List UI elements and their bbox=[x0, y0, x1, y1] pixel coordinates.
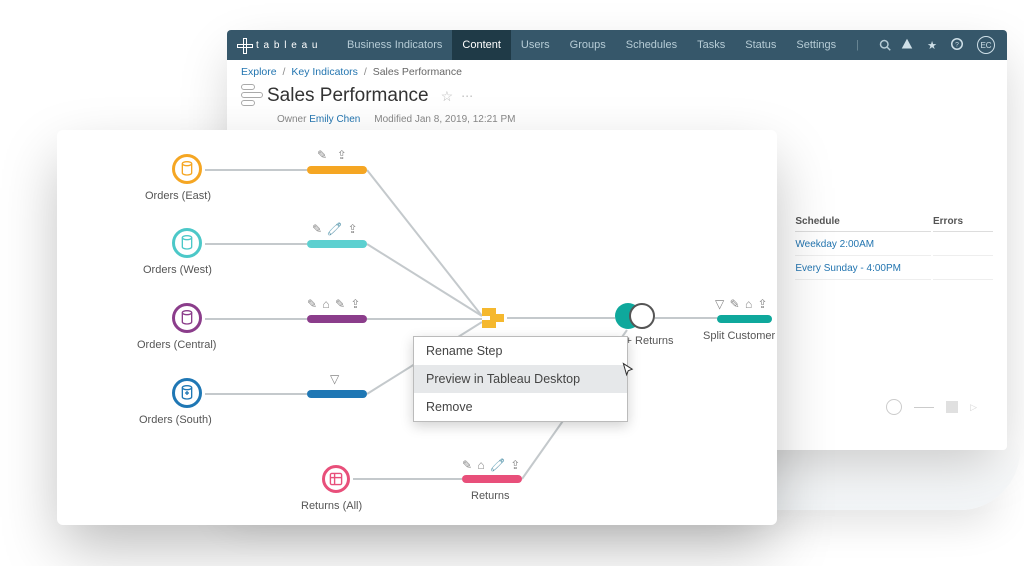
join-step[interactable] bbox=[615, 302, 653, 330]
step-tools-icon: ▽ ✎ ⌂ ⇪ bbox=[715, 297, 769, 311]
schedule-link[interactable]: Weekday 2:00AM bbox=[795, 239, 874, 250]
col-schedule[interactable]: Schedule bbox=[795, 212, 931, 232]
ctx-remove[interactable]: Remove bbox=[414, 393, 627, 421]
step-tools-icon: ✎ ⌂ 🧷 ⇪ bbox=[462, 458, 521, 472]
errors-cell bbox=[933, 234, 993, 256]
table-row[interactable]: Weekday 2:00AM bbox=[795, 234, 993, 256]
modified-label: Modified bbox=[374, 114, 412, 125]
label-returns-step: Returns bbox=[471, 490, 510, 502]
nav-divider: | bbox=[846, 30, 869, 60]
label-orders-central: Orders (Central) bbox=[137, 339, 216, 351]
schedule-link[interactable]: Every Sunday - 4:00PM bbox=[795, 263, 901, 274]
favorites-icon[interactable]: ★ bbox=[927, 39, 937, 52]
flow-icon bbox=[241, 84, 259, 108]
nav-users[interactable]: Users bbox=[511, 30, 560, 60]
label-split: Split Customer bbox=[703, 330, 775, 342]
col-errors[interactable]: Errors bbox=[933, 212, 993, 232]
filter-icon: ▽ bbox=[330, 372, 340, 386]
help-icon[interactable]: ? bbox=[951, 38, 963, 53]
nav-groups[interactable]: Groups bbox=[560, 30, 616, 60]
search-icon[interactable] bbox=[869, 30, 901, 60]
clean-step-west[interactable] bbox=[307, 240, 367, 248]
clean-step-east[interactable] bbox=[307, 166, 367, 174]
breadcrumb-root[interactable]: Explore bbox=[241, 66, 277, 78]
more-actions-icon[interactable]: ⋯ bbox=[461, 89, 473, 103]
prep-flow-window: Orders (East) Orders (West) Orders (Cent… bbox=[57, 130, 777, 525]
label-orders-east: Orders (East) bbox=[145, 190, 211, 202]
modified-value: Jan 8, 2019, 12:21 PM bbox=[415, 114, 516, 125]
clean-step-returns[interactable] bbox=[462, 475, 522, 483]
nav-settings[interactable]: Settings bbox=[786, 30, 846, 60]
step-tools-icon: ✎ ⇪ bbox=[317, 148, 348, 162]
table-row[interactable]: Every Sunday - 4:00PM bbox=[795, 258, 993, 280]
ctx-rename[interactable]: Rename Step bbox=[414, 337, 627, 365]
overview-thumbnail: ▷ bbox=[886, 399, 977, 415]
page-title: Sales Performance bbox=[267, 85, 429, 107]
clean-step-south[interactable] bbox=[307, 390, 367, 398]
brand-text: t a b l e a u bbox=[256, 40, 318, 51]
logo-icon bbox=[237, 38, 251, 52]
mouse-cursor-icon bbox=[621, 362, 637, 378]
label-orders-south: Orders (South) bbox=[139, 414, 212, 426]
workbook-meta: Owner Emily Chen Modified Jan 8, 2019, 1… bbox=[227, 114, 1007, 125]
owner-link[interactable]: Emily Chen bbox=[309, 114, 360, 125]
label-returns-all: Returns (All) bbox=[301, 500, 362, 512]
breadcrumb-mid[interactable]: Key Indicators bbox=[291, 66, 358, 78]
svg-text:?: ? bbox=[955, 41, 959, 48]
datasource-orders-west[interactable] bbox=[172, 228, 202, 258]
datasource-orders-south[interactable] bbox=[172, 378, 202, 408]
union-step[interactable] bbox=[482, 308, 506, 328]
split-customer-step[interactable] bbox=[717, 315, 772, 323]
tableau-logo: t a b l e a u bbox=[227, 38, 337, 52]
breadcrumb-leaf: Sales Performance bbox=[373, 66, 462, 78]
schedules-table: Schedule Errors Weekday 2:00AM Every Sun… bbox=[793, 210, 995, 282]
nav-workspace[interactable]: Business Indicators bbox=[337, 30, 452, 60]
datasource-orders-east[interactable] bbox=[172, 154, 202, 184]
topbar: t a b l e a u Business Indicators Conten… bbox=[227, 30, 1007, 60]
step-tools-icon: ✎ 🧷 ⇪ bbox=[312, 222, 359, 236]
notifications-icon[interactable] bbox=[901, 38, 913, 53]
step-tools-icon: ✎ ⌂ ✎ ⇪ bbox=[307, 297, 361, 311]
datasource-returns[interactable] bbox=[322, 465, 350, 493]
ctx-preview[interactable]: Preview in Tableau Desktop bbox=[414, 365, 627, 393]
nav-tasks[interactable]: Tasks bbox=[687, 30, 735, 60]
clean-step-central[interactable] bbox=[307, 315, 367, 323]
datasource-orders-central[interactable] bbox=[172, 303, 202, 333]
context-menu: Rename Step Preview in Tableau Desktop R… bbox=[413, 336, 628, 422]
errors-cell bbox=[933, 258, 993, 280]
favorite-star-icon[interactable]: ☆ bbox=[441, 88, 454, 105]
nav-schedules[interactable]: Schedules bbox=[616, 30, 687, 60]
nav-status[interactable]: Status bbox=[735, 30, 786, 60]
owner-label: Owner bbox=[277, 114, 306, 125]
user-avatar[interactable]: EC bbox=[977, 36, 995, 54]
top-nav: Business Indicators Content Users Groups… bbox=[337, 30, 901, 60]
nav-content[interactable]: Content bbox=[452, 30, 511, 60]
breadcrumb: Explore / Key Indicators / Sales Perform… bbox=[227, 60, 1007, 84]
label-orders-west: Orders (West) bbox=[143, 264, 212, 276]
